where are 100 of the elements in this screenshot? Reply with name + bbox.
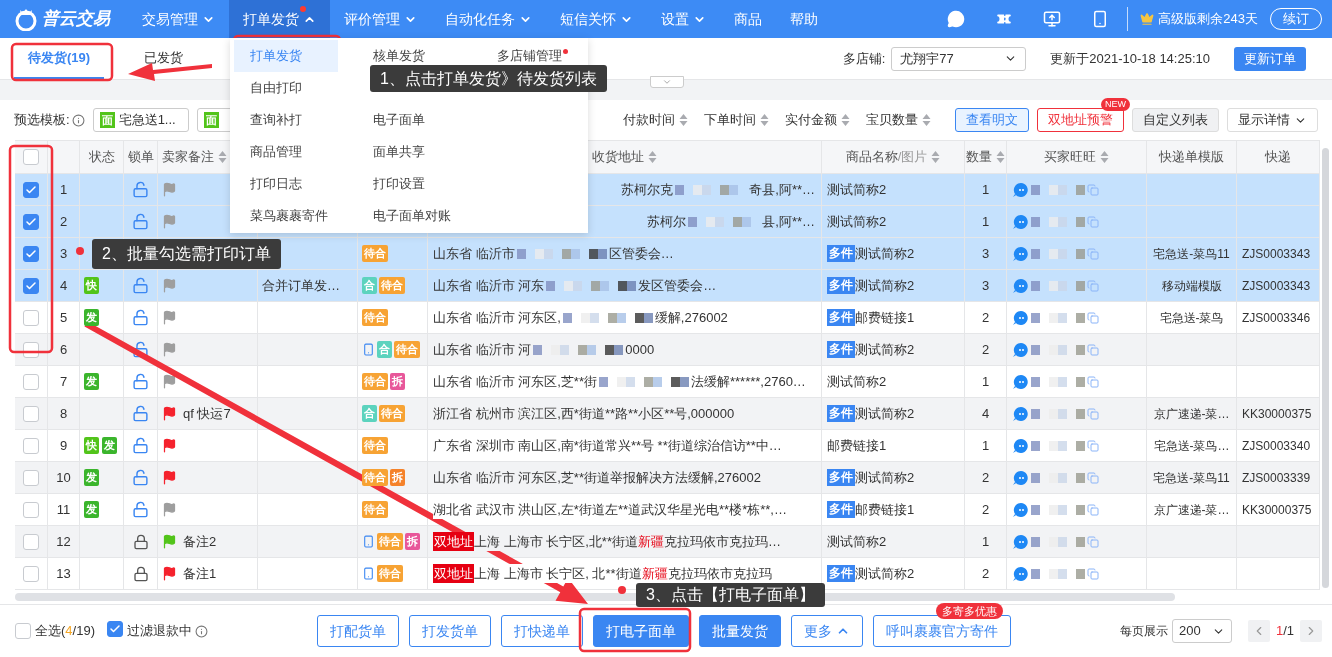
sort-icon[interactable] bbox=[218, 150, 227, 164]
action-button[interactable]: 打配货单 bbox=[317, 615, 399, 647]
chat-bubble-icon[interactable] bbox=[1013, 501, 1029, 518]
unlock-icon[interactable] bbox=[132, 437, 149, 454]
unlock-icon[interactable] bbox=[132, 181, 149, 198]
flag-icon[interactable] bbox=[162, 502, 177, 517]
checkbox[interactable] bbox=[23, 533, 39, 550]
checkbox[interactable] bbox=[23, 437, 39, 454]
toolbar-button[interactable]: 双地址预警 bbox=[1037, 108, 1124, 132]
nav-menu-item[interactable]: 打单发货 bbox=[229, 0, 330, 38]
menu-item[interactable]: 查询补打 bbox=[234, 104, 358, 136]
select-all-label[interactable]: 全选(4/19) bbox=[35, 621, 95, 641]
copy-icon[interactable] bbox=[1087, 439, 1099, 452]
lock-icon[interactable] bbox=[132, 565, 149, 582]
order-row[interactable]: 7 发 待合 拆 山东省 临沂市 河东区,芝**街 法缓解******,2760… 测试简称2 1 bbox=[15, 366, 1320, 398]
unlock-icon[interactable] bbox=[132, 277, 149, 294]
sort-icon[interactable] bbox=[679, 113, 688, 127]
column-header[interactable]: 卖家备注 bbox=[162, 147, 227, 167]
unlock-icon[interactable] bbox=[132, 373, 149, 390]
checkbox[interactable] bbox=[23, 277, 39, 294]
chat-bubble-icon[interactable] bbox=[1013, 405, 1029, 422]
chat-bubble-icon[interactable] bbox=[1013, 373, 1029, 390]
refresh-orders-button[interactable]: 更新订单 bbox=[1234, 46, 1306, 71]
flag-icon[interactable] bbox=[162, 278, 177, 293]
action-button[interactable]: 打电子面单 bbox=[593, 615, 689, 647]
sort-icon[interactable] bbox=[922, 113, 931, 127]
chat-bubble-icon[interactable] bbox=[1013, 181, 1029, 198]
sort-icon[interactable] bbox=[931, 150, 941, 164]
checkbox[interactable] bbox=[23, 309, 39, 326]
menu-item[interactable]: 商品管理 bbox=[234, 136, 358, 168]
checkbox[interactable] bbox=[23, 565, 39, 582]
sort-icon[interactable] bbox=[760, 113, 769, 127]
order-row[interactable]: 8 qf 快运7 合 待合 浙江省 杭州市 滨江区,西*街道**路**小区**号,000000 多件测试简称2 4 京广速递-菜… KK30000375 bbox=[15, 398, 1320, 430]
flag-icon[interactable] bbox=[162, 214, 177, 229]
sort-control[interactable]: 付款时间 bbox=[623, 110, 688, 130]
next-page-button[interactable] bbox=[1300, 620, 1322, 642]
sort-control[interactable]: 下单时间 bbox=[704, 110, 769, 130]
order-row[interactable]: 11 发 待合 湖北省 武汉市 洪山区,左*街道左**道武汉华星光电**楼*栋**,… 多件 邮费链接1 2 京广速递-菜… KK30000375 bbox=[15, 494, 1320, 526]
menu-item[interactable]: 电子面单 bbox=[373, 104, 480, 136]
order-row[interactable]: 12 备注2 待合 拆 双地址上海 上海市 长宁区,北**街道新疆克拉玛依市克拉玛… 测试简称2 1 bbox=[15, 526, 1320, 558]
toolbar-button[interactable]: 自定义列表 bbox=[1132, 108, 1219, 132]
sort-control[interactable]: 宝贝数量 bbox=[866, 110, 931, 130]
unlock-icon[interactable] bbox=[132, 469, 149, 486]
flag-icon[interactable] bbox=[162, 470, 177, 485]
monitor-icon[interactable] bbox=[1043, 10, 1062, 28]
flag-icon[interactable] bbox=[162, 534, 177, 549]
shop-select[interactable]: 尤翔宇77 bbox=[891, 46, 1027, 71]
sort-control[interactable]: 实付金额 bbox=[785, 110, 850, 130]
checkbox[interactable] bbox=[23, 245, 39, 262]
previous-page-button[interactable] bbox=[1247, 620, 1270, 642]
copy-icon[interactable] bbox=[1087, 535, 1099, 548]
checkbox[interactable] bbox=[23, 501, 39, 518]
copy-icon[interactable] bbox=[1087, 343, 1099, 356]
checkbox[interactable] bbox=[23, 149, 39, 165]
checkbox[interactable] bbox=[23, 405, 39, 422]
flag-icon[interactable] bbox=[162, 374, 177, 389]
unlock-icon[interactable] bbox=[132, 213, 149, 230]
unlock-icon[interactable] bbox=[132, 405, 149, 422]
order-row[interactable]: 9 快 发 待合 广东省 深圳市 南山区,南*街道常兴**号 **街道综治信访**中… 邮费链接1 1 宅急送-菜鸟… ZJS0003340 bbox=[15, 430, 1320, 462]
column-header[interactable]: 买家旺旺 bbox=[1044, 147, 1109, 167]
chat-bubble-icon[interactable] bbox=[1013, 533, 1029, 550]
copy-icon[interactable] bbox=[1087, 375, 1099, 388]
order-row[interactable]: 5 发 待合 山东省 临沂市 河东区, 缓解,276002 多件 邮费链接1 2 宅急送-菜鸟 ZJS0003346 bbox=[15, 302, 1320, 334]
menu-item[interactable]: 自由打印 bbox=[234, 72, 358, 104]
copy-icon[interactable] bbox=[1087, 503, 1099, 516]
chat-bubble-icon[interactable] bbox=[1013, 565, 1029, 582]
action-button[interactable]: 打快递单 bbox=[501, 615, 583, 647]
tab[interactable]: 已发货 bbox=[130, 38, 198, 79]
flag-icon[interactable] bbox=[162, 406, 177, 421]
flag-icon[interactable] bbox=[162, 438, 177, 453]
sort-icon[interactable] bbox=[841, 113, 850, 127]
copy-icon[interactable] bbox=[1087, 279, 1099, 292]
copy-icon[interactable] bbox=[1087, 471, 1099, 484]
checkbox[interactable] bbox=[23, 373, 39, 390]
flag-icon[interactable] bbox=[162, 342, 177, 357]
more-button[interactable]: 更多 bbox=[791, 615, 863, 647]
sort-icon[interactable] bbox=[648, 150, 657, 164]
per-page-select[interactable]: 200 bbox=[1171, 619, 1232, 643]
column-header[interactable]: 收货地址 bbox=[592, 147, 657, 167]
copy-icon[interactable] bbox=[1087, 215, 1099, 228]
checkbox[interactable] bbox=[23, 469, 39, 486]
unlock-icon[interactable] bbox=[132, 501, 149, 518]
order-row[interactable]: 6 合 待合 山东省 临沂市 河 0000 多件测试简称2 2 bbox=[15, 334, 1320, 366]
sort-icon[interactable] bbox=[996, 150, 1005, 164]
checkbox[interactable] bbox=[23, 181, 39, 198]
chat-bubble-icon[interactable] bbox=[1013, 469, 1029, 486]
vertical-scrollbar[interactable] bbox=[1322, 148, 1329, 588]
copy-icon[interactable] bbox=[1087, 247, 1099, 260]
sort-icon[interactable] bbox=[1100, 150, 1109, 164]
chat-bubble-icon[interactable] bbox=[1013, 245, 1029, 262]
copy-icon[interactable] bbox=[1087, 567, 1099, 580]
checkbox[interactable] bbox=[15, 623, 31, 639]
checkbox[interactable] bbox=[107, 621, 123, 638]
copy-icon[interactable] bbox=[1087, 183, 1099, 196]
order-row[interactable]: 10 发 待合 拆 山东省 临沂市 河东区,芝**街道举报解决方法缓解,276002 多件测试简称2 2 宅急送-菜鸟11 ZJS0003339 bbox=[15, 462, 1320, 494]
flag-icon[interactable] bbox=[162, 310, 177, 325]
column-header[interactable]: 商品名称/图片 bbox=[845, 147, 941, 167]
chat-bubble-icon[interactable] bbox=[1013, 213, 1029, 230]
action-button[interactable]: 批量发货 bbox=[699, 615, 781, 647]
collapse-handle[interactable] bbox=[650, 76, 684, 88]
